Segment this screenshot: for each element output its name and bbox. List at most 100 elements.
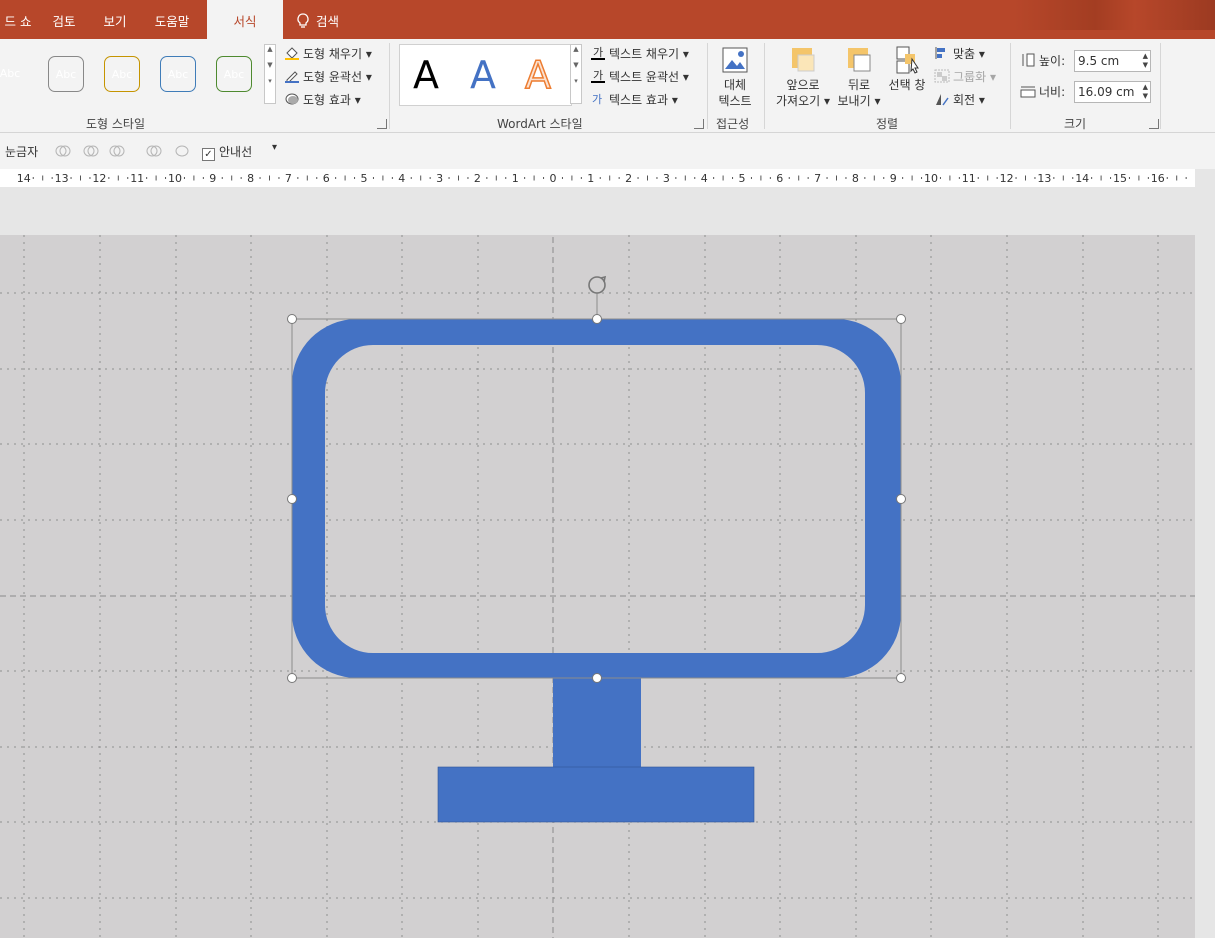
text-fill-button[interactable]: 가 텍스트 채우기 ▾ [590, 45, 689, 62]
width-icon [1020, 86, 1036, 98]
text-effects-button[interactable]: 가 텍스트 효과 ▾ [590, 91, 678, 108]
pencil-icon [285, 71, 299, 83]
group-separator [764, 43, 765, 129]
ruler-tick-label: 14 [1075, 172, 1089, 185]
width-spinner[interactable]: ▲ ▼ [1143, 83, 1148, 101]
right-margin [1195, 187, 1215, 938]
shape-style-swatch-orange[interactable]: Abc [0, 56, 28, 92]
resize-handle-se [896, 673, 906, 683]
height-icon [1022, 53, 1035, 67]
wordart-style-orange-outline[interactable]: A [524, 52, 552, 98]
ruler-tick-label: 15 [1113, 172, 1127, 185]
checkbox-checked-icon: ✓ [202, 148, 215, 161]
rotate-icon [936, 94, 949, 106]
monitor-frame [292, 319, 901, 678]
shape-style-gallery-scroll[interactable]: ▲ ▼ ▾ [264, 44, 276, 104]
group-separator [389, 43, 390, 129]
ruler-tick-label: 16 [1151, 172, 1165, 185]
tab-help[interactable]: 도움말 [148, 0, 196, 39]
ruler-tick-label: 1 [587, 172, 594, 185]
selection-pane-button[interactable]: 선택 창 [886, 45, 928, 93]
shape-outline-button[interactable]: 도형 윤곽선 ▾ [284, 68, 372, 85]
resize-handle-ne [896, 314, 906, 324]
tab-review[interactable]: 검토 [46, 0, 82, 39]
selection-frame [291, 293, 902, 679]
group-objects-button[interactable]: 그룹화 ▾ [934, 68, 996, 85]
svg-text:가: 가 [593, 69, 603, 82]
alt-text-button[interactable]: 대체 텍스트 [714, 45, 756, 109]
height-input[interactable]: 9.5 cm ▲ ▼ [1074, 50, 1151, 72]
shape-effects-button[interactable]: 도형 효과 ▾ [284, 91, 361, 108]
group-separator [707, 43, 708, 129]
ruler-tick-label: 14 [17, 172, 31, 185]
ruler-tick-label: 11 [130, 172, 144, 185]
ruler-tick-label: 1 [512, 172, 519, 185]
bring-forward-button[interactable]: 앞으로 가져오기 ▾ [773, 45, 833, 109]
drawing-options-toolbar: 눈금자 ✓ 안내선 ▾ [0, 133, 1215, 169]
monitor-shape[interactable] [292, 319, 901, 823]
toolbar-overflow-icon[interactable]: ▾ [272, 142, 277, 153]
shape-styles-dialog-launcher[interactable] [377, 119, 387, 129]
wordart-gallery-scroll[interactable]: ▲ ▼ ▾ [570, 44, 582, 104]
slide-drawing [0, 235, 1195, 938]
text-outline-icon: 가 [591, 69, 605, 83]
ruler-tick-label: 13 [55, 172, 69, 185]
ruler-tick-label: 2 [625, 172, 632, 185]
resize-handle-n [592, 314, 602, 324]
shape-styles-group-label: 도형 스타일 [86, 117, 146, 131]
send-backward-button[interactable]: 뒤로 보내기 ▾ [836, 45, 882, 109]
monitor-neck [553, 678, 641, 768]
search-box[interactable]: 검색 [296, 0, 366, 39]
text-outline-button[interactable]: 가 텍스트 윤곽선 ▾ [590, 68, 689, 85]
ruler-tick-label: 9 [209, 172, 216, 185]
ribbon-tab-bar: 드 쇼 검토 보기 도움말 서식 검색 [0, 0, 1215, 39]
tab-format[interactable]: 서식 [207, 0, 283, 39]
ruler-tick-label: 5 [361, 172, 368, 185]
shape-style-swatch-gold[interactable]: Abc [104, 56, 140, 92]
slide-canvas[interactable] [0, 235, 1195, 938]
wordart-style-blue[interactable]: A [470, 53, 496, 97]
align-button[interactable]: 맞춤 ▾ [934, 45, 985, 62]
gridlines-label[interactable]: 눈금자 [5, 143, 38, 160]
resize-handle-sw [287, 673, 297, 683]
ruler-tick-label: 11 [962, 172, 976, 185]
align-icon [935, 47, 945, 59]
svg-text:가: 가 [592, 93, 602, 106]
height-label: 높이: [1020, 52, 1065, 69]
ruler-tick-label: 12 [92, 172, 106, 185]
wordart-styles-group-label: WordArt 스타일 [497, 117, 583, 131]
group-separator [1160, 43, 1161, 129]
ruler-tick-label: 6 [323, 172, 330, 185]
resize-handle-w [287, 494, 297, 504]
rotate-button[interactable]: 회전 ▾ [934, 91, 985, 108]
ruler-tick-label: 12 [1000, 172, 1014, 185]
ruler-tick-label: 0 [550, 172, 557, 185]
ruler-tick-label: 10 [924, 172, 938, 185]
size-dialog-launcher[interactable] [1149, 119, 1159, 129]
ruler-tick-label: 7 [285, 172, 292, 185]
height-spinner[interactable]: ▲ ▼ [1143, 52, 1148, 70]
horizontal-ruler: 14 13 12 11 10 9 8 7 6 5 4 3 2 1 0 1 2 3 4 5 6 7 8 9 10 11 12 13 14 1… [0, 169, 1195, 187]
paint-bucket-icon [285, 47, 299, 60]
lightbulb-icon [297, 13, 309, 28]
tab-view[interactable]: 보기 [97, 0, 133, 39]
shape-style-swatch-blue[interactable]: Abc [160, 56, 196, 92]
guides-checkbox[interactable]: ✓ 안내선 [202, 143, 252, 161]
shape-style-swatch-gray[interactable]: Abc [48, 56, 84, 92]
shape-fill-button[interactable]: 도형 채우기 ▾ [284, 45, 372, 62]
ruler-tick-label: 8 [247, 172, 254, 185]
tab-slideshow[interactable]: 드 쇼 [0, 0, 36, 39]
resize-handle-nw [287, 314, 297, 324]
rotate-handle[interactable] [588, 275, 607, 294]
wordart-style-black[interactable]: A [413, 53, 439, 97]
bring-forward-icon [792, 48, 815, 72]
wordart-dialog-launcher[interactable] [694, 119, 704, 129]
text-fill-icon: 가 [591, 46, 605, 60]
ruler-tick-label: 7 [814, 172, 821, 185]
group-separator [1010, 43, 1011, 129]
resize-handles[interactable] [287, 314, 906, 683]
monitor-base [437, 766, 755, 823]
shape-style-swatch-green[interactable]: Abc [216, 56, 252, 92]
width-label: 너비: [1020, 83, 1065, 100]
width-input[interactable]: 16.09 cm ▲ ▼ [1074, 81, 1151, 103]
